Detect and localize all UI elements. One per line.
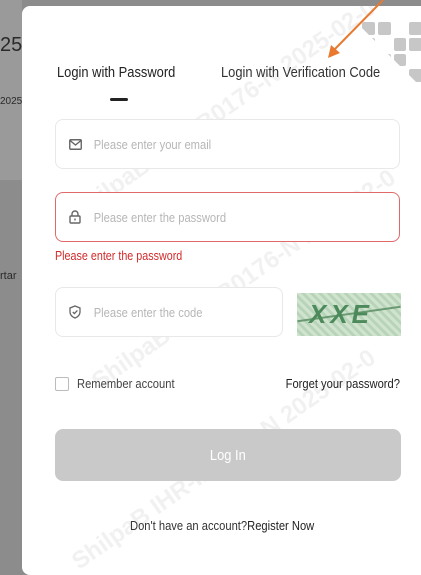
register-now-link[interactable]: Register Now [247,518,314,533]
login-button-label: Log In [210,446,246,464]
remember-account-option[interactable]: Remember account [55,376,190,391]
password-field[interactable] [55,192,400,242]
code-input[interactable] [92,303,256,321]
code-field[interactable] [55,287,283,337]
shield-icon [68,305,82,319]
password-error-message: Please enter the password [55,249,183,263]
email-input[interactable] [92,135,357,153]
login-tabs: Login with Password Login with Verificat… [57,64,406,81]
remember-label: Remember account [77,376,175,391]
password-input[interactable] [92,208,357,226]
login-dialog: ShilpaB IHR-IB0176-N 2025-02-0 ShilpaB I… [22,6,421,575]
captcha-image[interactable]: XXE [297,293,401,336]
active-tab-indicator [110,98,128,101]
register-line: Don't have an account?Register Now [22,518,421,533]
tab-login-with-password[interactable]: Login with Password [57,64,175,81]
background-text-fragment: rtar [0,270,17,282]
envelope-icon [68,137,82,151]
lock-icon [68,210,82,224]
forget-password-link[interactable]: Forget your password? [286,376,400,391]
login-button[interactable]: Log In [55,429,401,481]
background-date-fragment: 2025 [0,96,23,107]
remember-checkbox[interactable] [55,376,69,391]
background-panel [0,0,22,180]
email-field[interactable] [55,119,400,169]
background-heading-fragment: 25 [0,34,23,56]
captcha-text: XXE [309,299,374,329]
tab-login-with-verification-code[interactable]: Login with Verification Code [221,64,380,81]
register-prompt: Don't have an account? [129,518,248,533]
